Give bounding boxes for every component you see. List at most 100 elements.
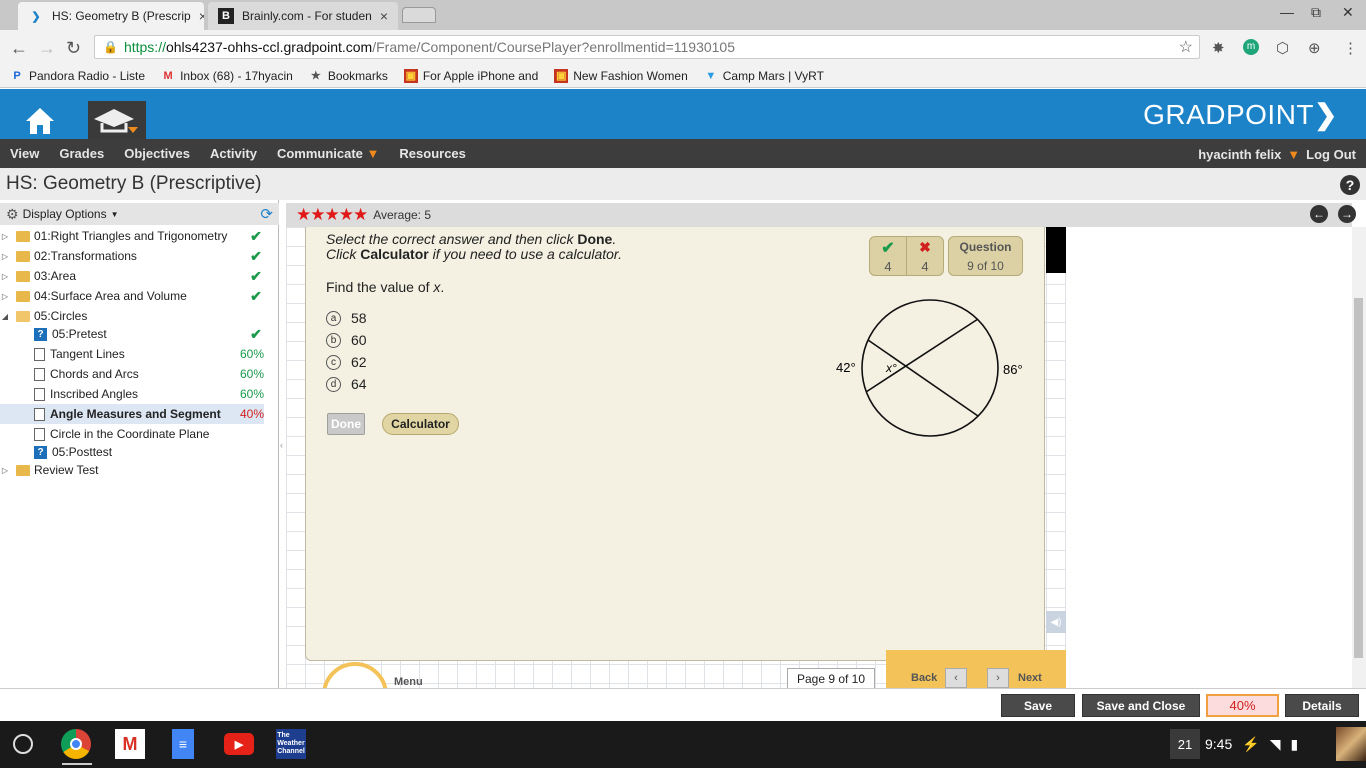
- scrollbar-thumb[interactable]: [1354, 298, 1363, 658]
- next-button[interactable]: Next: [1018, 672, 1042, 684]
- rating-stars-icon[interactable]: ★★★★★: [296, 205, 368, 225]
- user-name[interactable]: hyacinth felix: [1198, 147, 1281, 162]
- extension-cube-icon[interactable]: ⬡: [1276, 39, 1289, 57]
- url-input[interactable]: 🔒 https://ohls4237-ohhs-ccl.gradpoint.co…: [94, 35, 1200, 59]
- tree-item-label: Circle in the Coordinate Plane: [50, 427, 210, 441]
- docs-icon[interactable]: ≡: [172, 729, 194, 759]
- answer-option-b[interactable]: b 60: [326, 332, 367, 348]
- tree-item[interactable]: ? 05:Pretest ✔: [0, 324, 264, 344]
- restore-icon[interactable]: ⧉: [1311, 4, 1321, 21]
- user-menu: hyacinth felix ▼ Log Out: [1198, 147, 1356, 162]
- tree-item[interactable]: Inscribed Angles 60%: [0, 384, 264, 404]
- calculator-button[interactable]: Calculator: [382, 413, 459, 435]
- new-tab-button[interactable]: [402, 7, 436, 23]
- bookmark-vyrt[interactable]: ▼ Camp Mars | VyRT: [704, 69, 824, 83]
- expand-arrow-icon[interactable]: ▷: [0, 232, 10, 241]
- expand-arrow-icon[interactable]: ▷: [0, 292, 10, 301]
- sidebar-collapse-handle[interactable]: ‹: [280, 440, 283, 450]
- tree-item[interactable]: ▷ Review Test: [0, 460, 264, 480]
- tree-item[interactable]: ? 05:Posttest: [0, 442, 264, 462]
- save-and-close-button[interactable]: Save and Close: [1082, 694, 1200, 717]
- extension-icon[interactable]: ✸: [1212, 39, 1225, 57]
- star-icon: ★: [310, 70, 321, 82]
- notification-badge[interactable]: 21: [1170, 729, 1200, 759]
- close-window-icon[interactable]: ✕: [1342, 4, 1354, 21]
- globe-icon[interactable]: ⊕: [1308, 39, 1321, 57]
- menu-view[interactable]: View: [0, 146, 49, 161]
- user-avatar[interactable]: [1336, 727, 1366, 761]
- correct-count: 4: [884, 259, 892, 275]
- bookmark-star-icon[interactable]: ☆: [1179, 37, 1193, 57]
- menu-activity[interactable]: Activity: [200, 146, 267, 161]
- bookmark-pandora[interactable]: P Pandora Radio - Liste: [10, 69, 145, 83]
- back-button[interactable]: Back: [911, 672, 937, 684]
- previous-arrow-icon[interactable]: ←: [1310, 205, 1328, 223]
- instruction-bold: Calculator: [360, 246, 429, 262]
- minimize-icon[interactable]: —: [1280, 4, 1294, 20]
- collapse-arrow-icon[interactable]: ◢: [0, 312, 10, 321]
- radio-bubble[interactable]: a: [326, 310, 341, 326]
- tree-item[interactable]: ▷ 01:Right Triangles and Trigonometry ✔: [0, 226, 264, 246]
- bookmark-gmail[interactable]: M Inbox (68) - 17hyacin: [161, 69, 292, 83]
- tab-gradpoint[interactable]: ❯ HS: Geometry B (Prescrip ×: [18, 2, 204, 30]
- extension-m-icon[interactable]: m: [1243, 39, 1259, 55]
- rating-bar: ★★★★★ Average: 5: [286, 203, 1352, 227]
- close-tab-icon[interactable]: ×: [199, 8, 204, 24]
- help-icon[interactable]: ?: [1340, 175, 1360, 195]
- save-button[interactable]: Save: [1001, 694, 1075, 717]
- next-arrow-icon[interactable]: →: [1338, 205, 1356, 223]
- refresh-icon[interactable]: ⟳: [260, 205, 273, 223]
- radio-bubble[interactable]: d: [326, 376, 341, 392]
- tree-item-selected[interactable]: Angle Measures and Segment 40%: [0, 404, 264, 424]
- answer-option-d[interactable]: d 64: [326, 376, 367, 392]
- menu-grades[interactable]: Grades: [49, 146, 114, 161]
- weather-channel-icon[interactable]: The Weather Channel: [276, 729, 306, 759]
- menu-communicate[interactable]: Communicate ▼: [267, 146, 389, 161]
- expand-arrow-icon[interactable]: ▷: [0, 272, 10, 281]
- tree-item[interactable]: ▷ 03:Area ✔: [0, 266, 264, 286]
- answer-option-c[interactable]: c 62: [326, 354, 367, 370]
- display-options-button[interactable]: Display Options: [23, 207, 107, 221]
- gmail-app-icon[interactable]: M: [115, 729, 145, 759]
- tree-item[interactable]: Circle in the Coordinate Plane: [0, 424, 264, 444]
- next-chevron-icon[interactable]: ›: [987, 668, 1009, 688]
- back-chevron-icon[interactable]: ‹: [945, 668, 967, 688]
- forward-arrow-icon[interactable]: →: [38, 38, 56, 59]
- expand-arrow-icon[interactable]: ▷: [0, 252, 10, 261]
- tree-item-label: Inscribed Angles: [50, 387, 139, 401]
- bookmark-apple[interactable]: ▣ For Apple iPhone and: [403, 68, 538, 83]
- option-value: 60: [351, 332, 367, 348]
- tree-item[interactable]: ▷ 02:Transformations ✔: [0, 246, 264, 266]
- menu-resources[interactable]: Resources: [389, 146, 475, 161]
- tree-item[interactable]: Chords and Arcs 60%: [0, 364, 264, 384]
- user-dropdown-icon[interactable]: ▼: [1287, 147, 1300, 162]
- chrome-icon[interactable]: [61, 729, 91, 759]
- angle-label: x°: [885, 361, 897, 375]
- home-icon[interactable]: [24, 106, 56, 136]
- tree-item[interactable]: ▷ 04:Surface Area and Volume ✔: [0, 286, 264, 306]
- menu-objectives[interactable]: Objectives: [114, 146, 200, 161]
- answer-option-a[interactable]: a 58: [326, 310, 367, 326]
- bookmark-fashion[interactable]: ▣ New Fashion Women: [554, 68, 688, 83]
- expand-arrow-icon[interactable]: ▷: [0, 466, 10, 475]
- audio-icon[interactable]: ◀): [1046, 611, 1066, 633]
- tab-brainly[interactable]: B Brainly.com - For studen ×: [208, 2, 398, 30]
- launcher-icon[interactable]: [8, 729, 38, 759]
- status-tray[interactable]: 9:45 ⚡ ◥ ▮: [1205, 727, 1335, 761]
- graduation-cap-button[interactable]: [88, 101, 146, 139]
- back-arrow-icon[interactable]: ←: [10, 38, 28, 59]
- reload-icon[interactable]: ↻: [66, 38, 81, 59]
- tree-item[interactable]: Tangent Lines 60%: [0, 344, 264, 364]
- youtube-icon[interactable]: ▶: [224, 733, 254, 755]
- bookmark-folder[interactable]: ★ Bookmarks: [309, 69, 388, 83]
- chrome-menu-icon[interactable]: ⋮: [1343, 39, 1358, 57]
- done-button[interactable]: Done: [327, 413, 365, 435]
- close-tab-icon[interactable]: ×: [380, 8, 388, 24]
- tree-item[interactable]: ◢ 05:Circles: [0, 306, 264, 326]
- logout-link[interactable]: Log Out: [1306, 147, 1356, 162]
- menu-label[interactable]: Menu: [394, 676, 423, 688]
- radio-bubble[interactable]: b: [326, 332, 341, 348]
- details-button[interactable]: Details: [1285, 694, 1359, 717]
- radio-bubble[interactable]: c: [326, 354, 341, 370]
- clock-time: 9:45: [1205, 736, 1233, 752]
